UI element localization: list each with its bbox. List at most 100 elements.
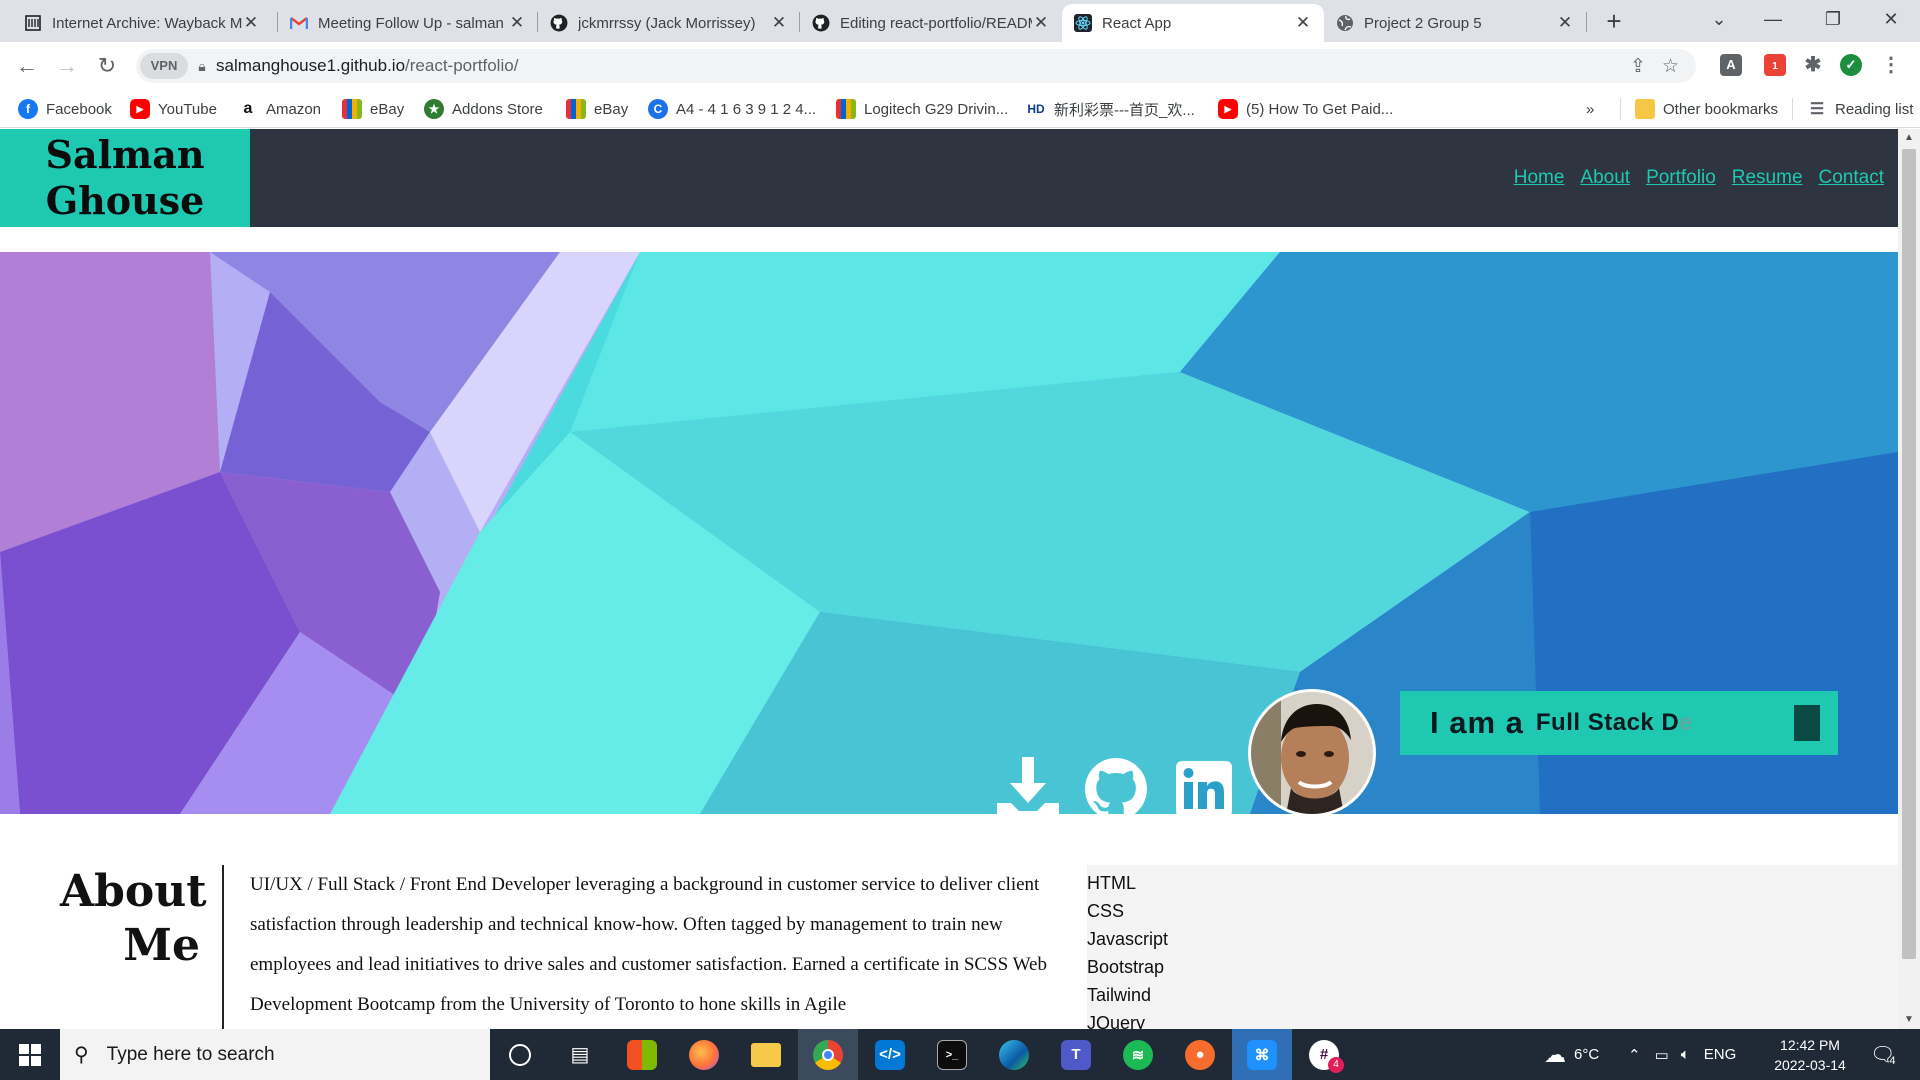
- close-icon[interactable]: ✕: [1032, 13, 1050, 33]
- close-icon[interactable]: ✕: [1294, 13, 1312, 33]
- puzzle-icon[interactable]: ✱: [1802, 54, 1824, 76]
- store-icon[interactable]: [612, 1029, 672, 1080]
- tab-project-2[interactable]: Project 2 Group 5 ✕: [1324, 4, 1586, 42]
- nav-portfolio[interactable]: Portfolio: [1646, 167, 1716, 189]
- taskbar-search[interactable]: ⚲ Type here to search: [60, 1029, 490, 1080]
- close-icon[interactable]: ✕: [508, 13, 526, 33]
- bookmark-addons-store[interactable]: ★ Addons Store: [424, 98, 543, 120]
- minimize-icon[interactable]: —: [1748, 0, 1798, 40]
- windows-start-button[interactable]: [0, 1029, 60, 1080]
- forward-icon[interactable]: →: [50, 50, 84, 82]
- bookmark-facebook[interactable]: f Facebook: [18, 98, 112, 120]
- bookmarks-bar: f Facebook ▶ YouTube a Amazon eBay ★ Addons …: [0, 90, 1920, 128]
- firefox-icon[interactable]: [674, 1029, 734, 1080]
- linkedin-icon[interactable]: [1172, 757, 1236, 821]
- new-tab-button[interactable]: +: [1598, 6, 1630, 38]
- slack-icon[interactable]: # 4: [1294, 1029, 1354, 1080]
- nav-about[interactable]: About: [1580, 167, 1630, 189]
- bookmark-label: 新利彩票---首页_欢...: [1054, 101, 1195, 119]
- bookmark-youtube[interactable]: ▶ YouTube: [130, 98, 217, 120]
- cloud-icon: ☁: [1544, 1041, 1566, 1067]
- volume-icon[interactable]: 🔈︎: [1681, 1046, 1690, 1063]
- skill-item: Javascript: [1087, 929, 1169, 949]
- clock-date: 2022-03-14: [1774, 1057, 1846, 1073]
- windows-icon: [19, 1043, 41, 1066]
- translate-extension-icon[interactable]: A: [1720, 54, 1742, 76]
- address-bar[interactable]: VPN 🔒︎ salmanghouse1.github.io/react-por…: [136, 49, 1696, 83]
- notification-center-icon[interactable]: 🗨︎ 4: [1870, 1029, 1896, 1080]
- tab-search-icon[interactable]: ⌄: [1694, 0, 1744, 40]
- battery-icon[interactable]: ▭: [1655, 1046, 1669, 1064]
- about-heading: About Me: [60, 865, 207, 973]
- bookmark-ebay[interactable]: eBay: [342, 98, 404, 120]
- site-logo[interactable]: Salman Ghouse: [0, 129, 250, 227]
- bookmark-star-icon[interactable]: ☆: [1662, 55, 1679, 78]
- github-icon[interactable]: [1084, 757, 1148, 821]
- tab-github-editing[interactable]: Editing react-portfolio/README ✕: [800, 4, 1062, 42]
- addons-icon: ★: [424, 99, 444, 119]
- about-heading-line-2: Me: [123, 920, 200, 971]
- chrome-icon[interactable]: [798, 1029, 858, 1080]
- shield-icon[interactable]: ✓: [1840, 54, 1862, 76]
- tab-wayback[interactable]: Internet Archive: Wayback Machine ✕: [12, 4, 272, 42]
- cortana-icon[interactable]: [490, 1029, 550, 1080]
- tab-gmail[interactable]: Meeting Follow Up - salman ✕: [278, 4, 538, 42]
- download-icon[interactable]: [996, 757, 1060, 821]
- reload-icon[interactable]: ↻: [90, 50, 124, 82]
- close-window-icon[interactable]: ✕: [1866, 0, 1916, 40]
- fingerprint-icon[interactable]: ⌘: [1232, 1029, 1292, 1080]
- share-icon[interactable]: ⇪: [1630, 55, 1646, 78]
- scroll-up-icon[interactable]: ▲: [1898, 129, 1920, 147]
- extension-icon[interactable]: 1: [1764, 54, 1786, 76]
- bookmark-hd[interactable]: HD 新利彩票---首页_欢...: [1026, 98, 1195, 120]
- task-view-icon[interactable]: ▤: [550, 1029, 610, 1080]
- language-indicator[interactable]: ENG: [1704, 1046, 1737, 1063]
- bookmark-logitech[interactable]: Logitech G29 Drivin...: [836, 98, 1008, 120]
- menu-icon[interactable]: ⋮: [1880, 54, 1902, 76]
- lock-icon[interactable]: 🔒︎: [188, 58, 216, 75]
- back-icon[interactable]: ←: [10, 50, 44, 82]
- vpn-icon[interactable]: VPN: [140, 53, 188, 79]
- other-bookmarks-label: Other bookmarks: [1663, 100, 1779, 118]
- bookmark-youtube-paid[interactable]: ▶ (5) How To Get Paid...: [1218, 98, 1393, 120]
- tab-github-profile[interactable]: jckmrrssy (Jack Morrissey) ✕: [538, 4, 800, 42]
- bookmark-amazon[interactable]: a Amazon: [238, 98, 321, 120]
- edge-icon[interactable]: [984, 1029, 1044, 1080]
- close-icon[interactable]: ✕: [770, 13, 788, 33]
- bookmark-label: (5) How To Get Paid...: [1246, 100, 1394, 118]
- url-text[interactable]: salmanghouse1.github.io/react-portfolio/: [216, 56, 518, 76]
- origin-icon[interactable]: ●: [1170, 1029, 1230, 1080]
- vscode-icon[interactable]: </>: [860, 1029, 920, 1080]
- more-bookmarks-button[interactable]: »: [1586, 98, 1594, 120]
- other-bookmarks[interactable]: Other bookmarks: [1620, 98, 1778, 120]
- bookmark-label: Logitech G29 Drivin...: [864, 100, 1009, 118]
- terminal-icon[interactable]: >_: [922, 1029, 982, 1080]
- bookmark-a4[interactable]: C A4 - 4 1 6 3 9 1 2 4...: [648, 98, 816, 120]
- close-icon[interactable]: ✕: [1556, 13, 1574, 33]
- tab-react-app[interactable]: React App ✕: [1062, 4, 1324, 42]
- nav-home[interactable]: Home: [1514, 167, 1565, 189]
- spotify-icon[interactable]: ≋: [1108, 1029, 1168, 1080]
- tab-title: Project 2 Group 5: [1364, 14, 1482, 32]
- nav-contact[interactable]: Contact: [1819, 167, 1884, 189]
- page-scrollbar[interactable]: ▲ ▼: [1898, 129, 1920, 1029]
- tray-chevron-icon[interactable]: ⌃: [1628, 1046, 1641, 1064]
- typing-banner: I am a Full Stack De: [1400, 691, 1838, 755]
- restore-icon[interactable]: ❐: [1808, 0, 1858, 40]
- amazon-icon: a: [243, 100, 253, 117]
- tab-title: Internet Archive: Wayback Machine: [52, 14, 242, 32]
- bookmark-ebay-2[interactable]: eBay: [566, 98, 628, 120]
- scroll-down-icon[interactable]: ▼: [1898, 1011, 1920, 1029]
- file-explorer-icon[interactable]: [736, 1029, 796, 1080]
- close-icon[interactable]: ✕: [242, 13, 260, 33]
- teams-icon[interactable]: T: [1046, 1029, 1106, 1080]
- tab-title: React App: [1102, 14, 1172, 32]
- weather-widget[interactable]: ☁ 6°C: [1544, 1029, 1599, 1080]
- nav-resume[interactable]: Resume: [1732, 167, 1803, 189]
- scrollbar-thumb[interactable]: [1902, 149, 1916, 959]
- tab-title: jckmrrssy (Jack Morrissey): [578, 14, 756, 32]
- reading-list[interactable]: ☰ Reading list: [1792, 98, 1913, 120]
- taskbar-clock[interactable]: 12:42 PM 2022-03-14: [1760, 1035, 1860, 1075]
- about-heading-line-1: About: [60, 866, 207, 917]
- shopping-bag-icon: [342, 99, 362, 119]
